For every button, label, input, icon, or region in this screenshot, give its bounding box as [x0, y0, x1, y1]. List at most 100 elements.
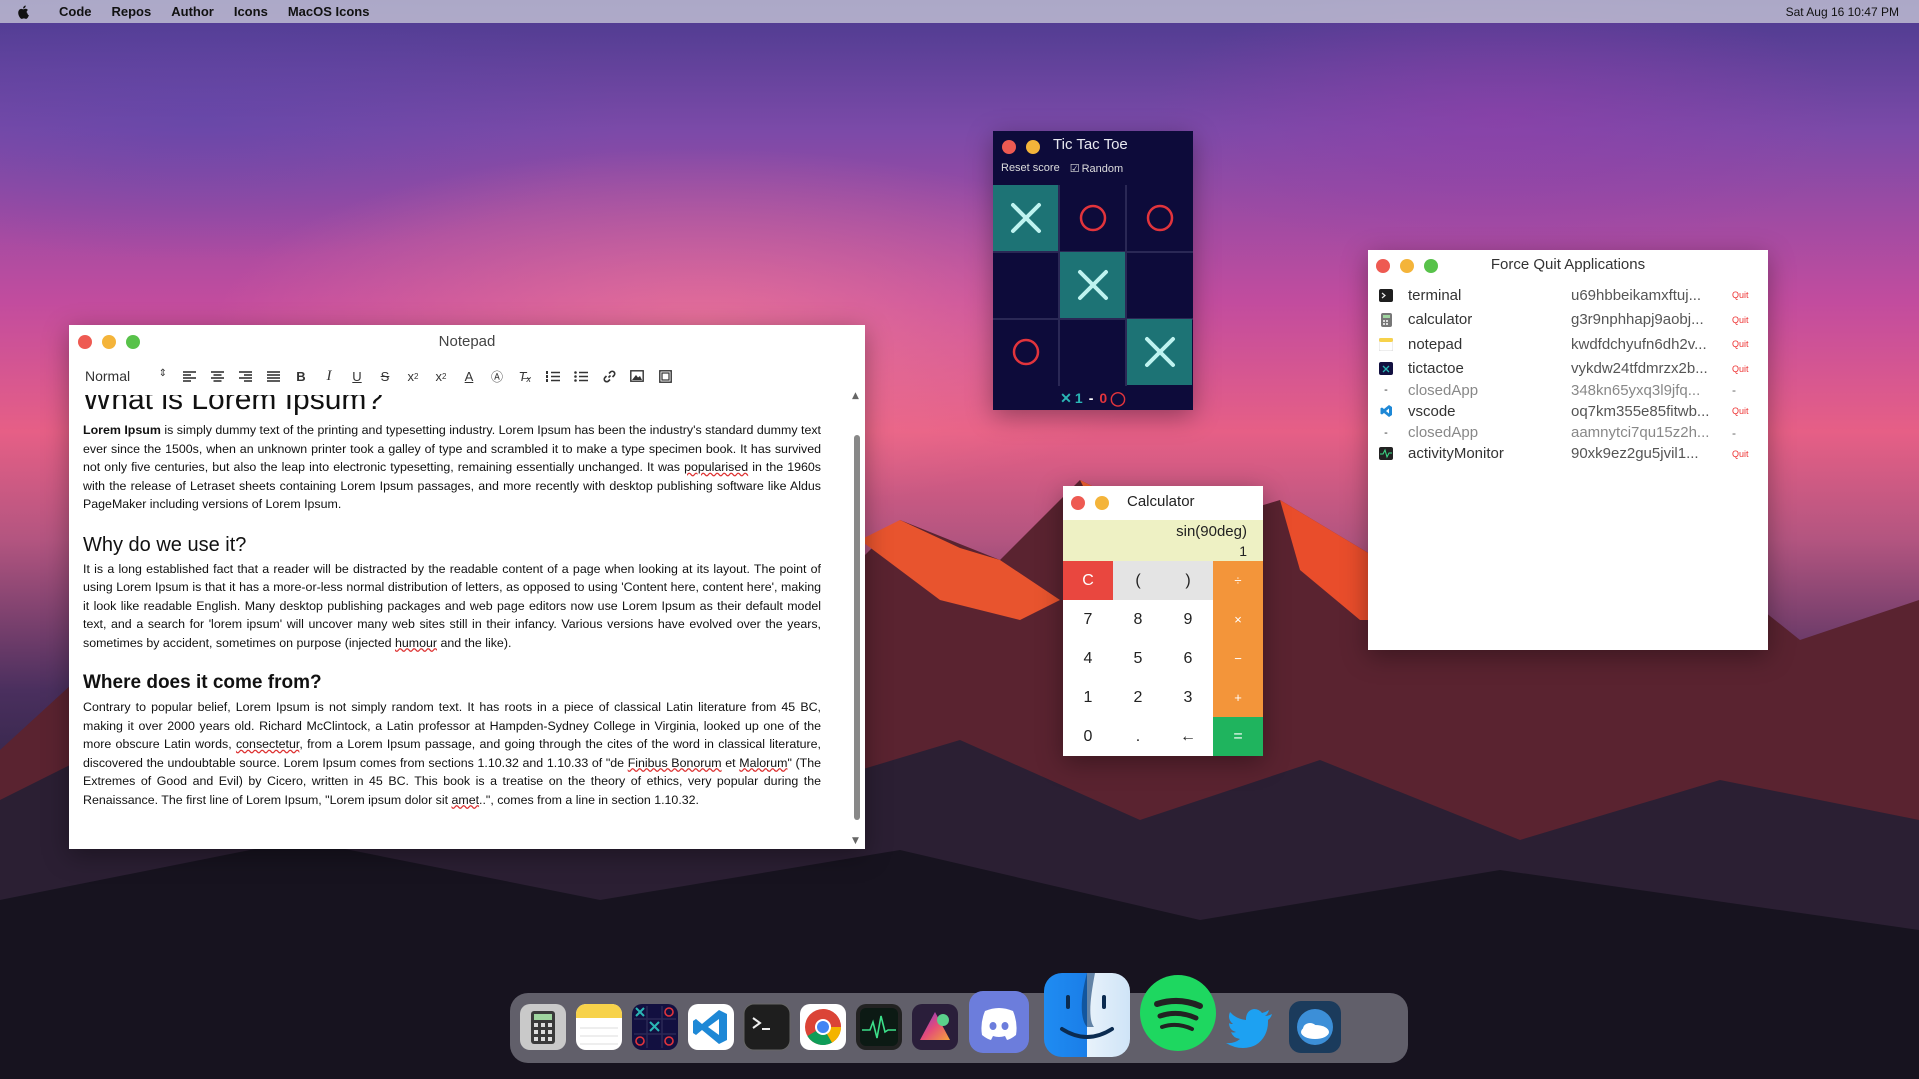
quit-button[interactable]: Quit: [1732, 449, 1749, 459]
bullet-list-icon[interactable]: [567, 365, 595, 387]
align-right-icon[interactable]: [231, 365, 259, 387]
quit-button[interactable]: Quit: [1732, 290, 1749, 300]
key-6-button[interactable]: 6: [1163, 639, 1213, 678]
heading-what-is: What is Lorem Ipsum?: [83, 395, 384, 416]
close-button[interactable]: [1002, 140, 1016, 154]
terminal-icon[interactable]: [742, 1002, 792, 1052]
misspelled-word: amet: [451, 792, 480, 807]
clear-format-icon[interactable]: T̶ₓ: [511, 365, 539, 387]
process-id: 348kn65yxq3l9jfq...: [1571, 381, 1701, 399]
activity-monitor-icon[interactable]: [854, 1002, 904, 1052]
bold-icon[interactable]: B: [287, 365, 315, 387]
quit-button[interactable]: Quit: [1732, 339, 1749, 349]
board-cell[interactable]: [1127, 252, 1192, 318]
board-cell[interactable]: [993, 185, 1058, 251]
notes-icon[interactable]: [574, 1002, 624, 1052]
align-left-icon[interactable]: [175, 365, 203, 387]
minimize-button[interactable]: [1095, 496, 1109, 510]
misspelled-word: Malorum: [739, 755, 788, 770]
quit-button[interactable]: Quit: [1732, 315, 1749, 325]
menu-item-author[interactable]: Author: [171, 4, 214, 19]
key-open-paren-button[interactable]: (: [1113, 561, 1163, 600]
tictactoe-icon: [1378, 362, 1394, 376]
key-8-button[interactable]: 8: [1113, 600, 1163, 639]
board-cell[interactable]: [993, 319, 1058, 385]
key-close-paren-button[interactable]: ): [1163, 561, 1213, 600]
process-id: aamnytci7qu15z2h...: [1571, 424, 1710, 441]
menu-item-macos-icons[interactable]: MacOS Icons: [288, 4, 370, 19]
key-add-button[interactable]: +: [1213, 678, 1263, 717]
game-board: [993, 185, 1193, 386]
key-5-button[interactable]: 5: [1113, 639, 1163, 678]
image-icon[interactable]: [623, 365, 651, 387]
board-cell[interactable]: [1060, 319, 1125, 385]
reset-score-button[interactable]: Reset score: [1001, 162, 1060, 175]
key-decimal-button[interactable]: .: [1113, 717, 1163, 756]
text-color-icon[interactable]: A: [455, 365, 483, 387]
key-divide-button[interactable]: ÷: [1213, 561, 1263, 600]
superscript-icon[interactable]: x2: [427, 365, 455, 387]
random-checkbox[interactable]: ☑ Random: [1070, 162, 1123, 176]
minimize-button[interactable]: [1026, 140, 1040, 154]
expression: sin(90deg): [1176, 523, 1247, 540]
score-separator: -: [1088, 390, 1094, 406]
key-backspace-button[interactable]: ←: [1163, 717, 1213, 756]
key-1-button[interactable]: 1: [1063, 678, 1113, 717]
board-cell[interactable]: [1127, 185, 1192, 251]
scroll-down-icon[interactable]: ▼: [852, 836, 859, 846]
process-name: closedApp: [1408, 381, 1479, 399]
align-center-icon[interactable]: [203, 365, 231, 387]
strikethrough-icon[interactable]: S: [371, 365, 399, 387]
board-cell[interactable]: [1060, 252, 1125, 318]
vscode-icon[interactable]: [686, 1002, 736, 1052]
text-span: et: [721, 755, 740, 770]
scrollbar-thumb[interactable]: [854, 435, 860, 820]
link-icon[interactable]: [595, 365, 623, 387]
quit-button[interactable]: Quit: [1732, 406, 1749, 416]
key-2-button[interactable]: 2: [1113, 678, 1163, 717]
subscript-icon[interactable]: x2: [399, 365, 427, 387]
editor-content[interactable]: What is Lorem Ipsum? Lorem Ipsum is simp…: [69, 395, 849, 845]
key-clear-button[interactable]: C: [1063, 561, 1113, 600]
discord-icon[interactable]: [966, 987, 1032, 1059]
ordered-list-icon[interactable]: [539, 365, 567, 387]
menu-item-icons[interactable]: Icons: [234, 4, 268, 19]
key-3-button[interactable]: 3: [1163, 678, 1213, 717]
video-icon[interactable]: [651, 365, 679, 387]
calculator-icon[interactable]: [518, 1002, 568, 1052]
scroll-up-icon[interactable]: ▲: [852, 391, 859, 401]
italic-icon[interactable]: I: [315, 365, 343, 387]
quit-button[interactable]: Quit: [1732, 364, 1749, 374]
twitter-icon[interactable]: [1222, 998, 1280, 1056]
finder-icon[interactable]: [1040, 969, 1134, 1061]
underline-icon[interactable]: U: [343, 365, 371, 387]
align-justify-icon[interactable]: [259, 365, 287, 387]
process-row: - closedApp aamnytci7qu15z2h... -: [1374, 424, 1764, 442]
menu-item-code[interactable]: Code: [59, 4, 92, 19]
weather-icon[interactable]: [1286, 998, 1344, 1056]
key-4-button[interactable]: 4: [1063, 639, 1113, 678]
menu-item-repos[interactable]: Repos: [112, 4, 152, 19]
process-id: oq7km355e85fitwb...: [1571, 402, 1710, 420]
apple-icon[interactable]: [17, 5, 39, 19]
close-button[interactable]: [1071, 496, 1085, 510]
key-9-button[interactable]: 9: [1163, 600, 1213, 639]
format-select[interactable]: Normal ⇕: [85, 368, 175, 384]
nova-icon[interactable]: [910, 1002, 960, 1052]
paragraph-2: It is a long established fact that a rea…: [83, 560, 821, 653]
key-0-button[interactable]: 0: [1063, 717, 1113, 756]
scrollbar[interactable]: ▲ ▼: [851, 391, 863, 846]
tictactoe-icon[interactable]: [630, 1002, 680, 1052]
process-id: vykdw24tfdmrzx2b...: [1571, 360, 1708, 378]
board-cell[interactable]: [993, 252, 1058, 318]
board-cell[interactable]: [1060, 185, 1125, 251]
x-score: 1: [1074, 390, 1083, 406]
key-subtract-button[interactable]: −: [1213, 639, 1263, 678]
spotify-icon[interactable]: [1138, 973, 1218, 1053]
key-equals-button[interactable]: =: [1213, 717, 1263, 756]
chrome-icon[interactable]: [798, 1002, 848, 1052]
key-multiply-button[interactable]: ×: [1213, 600, 1263, 639]
key-7-button[interactable]: 7: [1063, 600, 1113, 639]
highlight-icon[interactable]: Ⓐ: [483, 365, 511, 387]
board-cell[interactable]: [1127, 319, 1192, 385]
